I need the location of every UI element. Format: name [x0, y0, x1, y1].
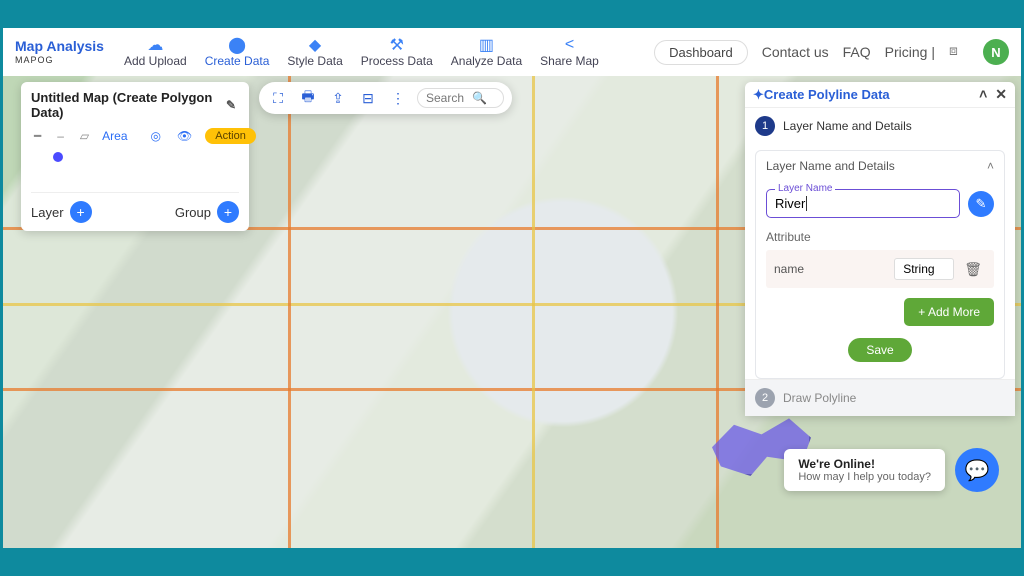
step-2-row[interactable]: 2 Draw Polyline	[745, 379, 1015, 416]
brand-subtitle: MAPOG	[15, 55, 104, 65]
brand-logo: Map Analysis MAPOG	[15, 39, 104, 64]
nav-style-data[interactable]: ◆Style Data	[279, 34, 350, 70]
nav-process-data[interactable]: ⚒Process Data	[353, 34, 441, 70]
nav-share-map[interactable]: <Share Map	[532, 34, 607, 70]
contact-link[interactable]: Contact us	[762, 44, 829, 60]
feature-dot[interactable]	[53, 152, 63, 162]
dash-icon[interactable]: –	[57, 129, 64, 143]
fullscreen-icon[interactable]: ⛶	[267, 87, 289, 109]
edit-layer-button[interactable]: ✎	[968, 191, 994, 217]
attribute-row: name String 🗑	[766, 250, 994, 288]
visibility-icon[interactable]: 👁	[177, 129, 192, 143]
nav-analyze-data[interactable]: ▥Analyze Data	[443, 34, 530, 70]
print-icon[interactable]: 🖶	[297, 87, 319, 109]
package-icon[interactable]: ⧈	[949, 42, 969, 62]
nav-create-data[interactable]: ⬤Create Data	[197, 34, 278, 70]
map-canvas[interactable]: Untitled Map (Create Polygon Data) ✎ ━ –…	[3, 76, 1021, 548]
attribute-label: Attribute	[766, 230, 994, 244]
right-actions: Dashboard Contact us FAQ Pricing | ⧈ N	[654, 39, 1009, 65]
chat-widget: We're Online! How may I help you today? …	[784, 448, 999, 492]
chat-line1: We're Online!	[798, 457, 931, 471]
layer-label: Layer	[31, 205, 64, 220]
add-layer-button[interactable]: +	[70, 201, 92, 223]
polygon-icon[interactable]: ▱	[80, 129, 89, 143]
cloud-icon: ☁	[147, 36, 163, 54]
search-placeholder: Search	[426, 91, 464, 105]
measure-icon[interactable]: ⊟	[357, 87, 379, 109]
chart-icon: ▥	[479, 36, 494, 54]
layer-row: ━ – ▱ Area ◎ 👁 Action	[31, 128, 239, 144]
pin-icon: ⬤	[228, 36, 246, 54]
layer-name-input[interactable]: Layer Name River	[766, 189, 960, 218]
layers-panel: Untitled Map (Create Polygon Data) ✎ ━ –…	[21, 82, 249, 231]
step-1-row[interactable]: 1 Layer Name and Details	[745, 107, 1015, 144]
share-icon-tb[interactable]: ⇪	[327, 87, 349, 109]
close-icon[interactable]: ✕	[995, 86, 1007, 103]
nav-add-upload[interactable]: ☁Add Upload	[116, 34, 195, 70]
step-1-badge: 1	[755, 116, 775, 136]
add-more-button[interactable]: + Add More	[904, 298, 994, 326]
search-icon: 🔍	[472, 91, 487, 105]
target-icon[interactable]: ◎	[151, 129, 161, 143]
pricing-link[interactable]: Pricing |	[885, 44, 935, 60]
edit-title-icon[interactable]: ✎	[226, 98, 236, 112]
map-toolbar: ⛶ 🖶 ⇪ ⊟ ⋮ Search 🔍	[259, 82, 512, 114]
attr-name[interactable]: name	[774, 262, 888, 276]
layer-name-label: Layer Name	[775, 183, 835, 194]
chevron-up-icon: ˄	[987, 159, 994, 173]
gear-icon: ⚒	[390, 36, 404, 54]
more-icon[interactable]: ⋮	[387, 87, 409, 109]
panel-title: Create Polyline Data	[764, 87, 890, 102]
section-header[interactable]: Layer Name and Details ˄	[756, 151, 1004, 181]
group-label: Group	[175, 205, 211, 220]
save-button[interactable]: Save	[848, 338, 911, 362]
step-2-badge: 2	[755, 388, 775, 408]
brand-title: Map Analysis	[15, 39, 104, 54]
panel-header: ✦ Create Polyline Data ˄ ✕	[745, 82, 1015, 107]
palette-icon: ◆	[309, 36, 321, 54]
layer-footer: Layer + Group +	[31, 192, 239, 223]
map-title-row: Untitled Map (Create Polygon Data) ✎	[31, 90, 239, 120]
chat-line2: How may I help you today?	[798, 471, 931, 483]
section-title: Layer Name and Details	[766, 159, 895, 173]
attr-type-select[interactable]: String	[894, 258, 954, 280]
polyline-icon: ✦	[753, 87, 764, 103]
step-2-label: Draw Polyline	[783, 391, 856, 405]
add-group-button[interactable]: +	[217, 201, 239, 223]
search-input[interactable]: Search 🔍	[417, 88, 504, 108]
layer-details-section: Layer Name and Details ˄ Layer Name Rive…	[755, 150, 1005, 379]
layer-area[interactable]: Area	[102, 129, 127, 143]
chat-popup[interactable]: We're Online! How may I help you today?	[784, 449, 945, 491]
dashboard-button[interactable]: Dashboard	[654, 40, 748, 65]
step-1-label: Layer Name and Details	[783, 119, 912, 133]
line-icon[interactable]: ━	[34, 129, 41, 143]
chat-launcher-button[interactable]: 💬	[955, 448, 999, 492]
create-polyline-panel: ✦ Create Polyline Data ˄ ✕ 1 Layer Name …	[745, 82, 1015, 416]
user-avatar[interactable]: N	[983, 39, 1009, 65]
top-navbar: Map Analysis MAPOG ☁Add Upload ⬤Create D…	[3, 28, 1021, 76]
delete-attr-icon[interactable]: 🗑	[960, 261, 986, 278]
map-title: Untitled Map (Create Polygon Data)	[31, 90, 217, 120]
faq-link[interactable]: FAQ	[843, 44, 871, 60]
share-icon: <	[565, 36, 574, 54]
action-button[interactable]: Action	[205, 128, 256, 144]
nav-items: ☁Add Upload ⬤Create Data ◆Style Data ⚒Pr…	[116, 34, 607, 70]
collapse-icon[interactable]: ˄	[979, 86, 987, 103]
layer-name-value: River	[775, 196, 805, 211]
